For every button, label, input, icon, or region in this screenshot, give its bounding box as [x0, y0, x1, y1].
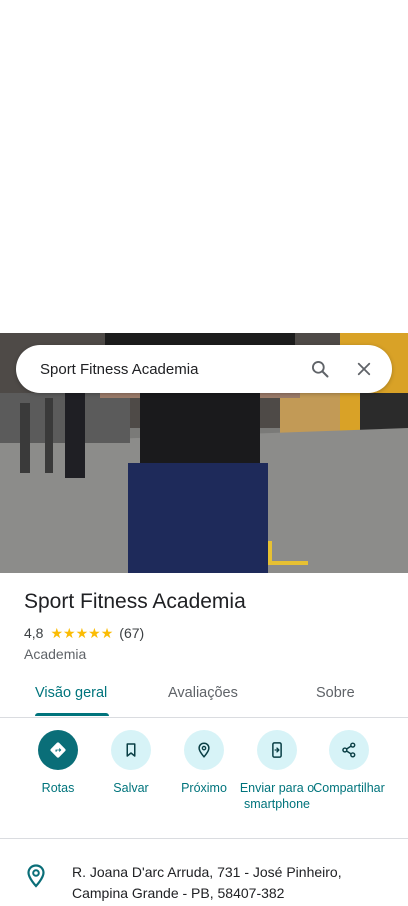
tab-reviews[interactable]: Avaliações	[168, 685, 238, 701]
share-label: Compartilhar	[313, 781, 385, 795]
directions-button[interactable]: Rotas	[18, 730, 98, 796]
nearby-label: Próximo	[181, 781, 227, 795]
bookmark-icon	[126, 743, 136, 757]
directions-icon	[50, 742, 66, 758]
place-address: R. Joana D'arc Arruda, 731 - José Pinhei…	[72, 864, 342, 901]
star-icon: ★	[88, 625, 101, 641]
save-button[interactable]: Salvar	[91, 730, 171, 796]
active-tab-indicator	[35, 713, 109, 716]
star-icon: ★	[50, 625, 64, 641]
save-label: Salvar	[113, 781, 149, 795]
nearby-icon	[198, 742, 210, 758]
share-icon	[342, 742, 356, 758]
send-to-phone-label: Enviar para o smartphone	[239, 781, 315, 811]
location-pin-icon	[27, 864, 45, 888]
rating-row[interactable]: 4,8 ★ ★ ★ ★ ★ (67)	[24, 625, 144, 641]
directions-circle	[38, 730, 78, 770]
star-icon: ★	[75, 625, 89, 641]
share-button[interactable]: Compartilhar	[309, 730, 389, 796]
search-bar[interactable]: Sport Fitness Academia	[16, 345, 392, 393]
map-blank-area	[0, 0, 408, 333]
tab-about[interactable]: Sobre	[316, 685, 355, 701]
star-icon: ★	[63, 625, 76, 641]
close-icon	[357, 362, 371, 376]
clear-search-button[interactable]	[342, 347, 386, 391]
nearby-button[interactable]: Próximo	[164, 730, 244, 796]
star-icon: ★	[100, 625, 114, 641]
search-input[interactable]: Sport Fitness Academia	[40, 361, 298, 378]
send-to-phone-button[interactable]: Enviar para o smartphone	[237, 730, 317, 812]
divider	[0, 838, 408, 839]
send-to-phone-circle	[257, 730, 297, 770]
place-tabs: Visão geral Avaliações Sobre	[0, 674, 408, 718]
nearby-circle	[184, 730, 224, 770]
action-buttons: Rotas Salvar Próximo Enviar para o smart…	[0, 730, 408, 838]
place-category: Academia	[24, 646, 87, 662]
review-count[interactable]: (67)	[119, 625, 144, 641]
rating-stars: ★ ★ ★ ★ ★	[50, 626, 113, 640]
search-button[interactable]	[298, 347, 342, 391]
directions-label: Rotas	[41, 781, 75, 795]
search-icon	[312, 361, 329, 378]
send-to-phone-icon	[272, 742, 282, 758]
rating-value: 4,8	[24, 625, 44, 641]
place-title: Sport Fitness Academia	[24, 590, 246, 613]
share-circle	[329, 730, 369, 770]
save-circle	[111, 730, 151, 770]
tab-overview[interactable]: Visão geral	[35, 685, 107, 701]
